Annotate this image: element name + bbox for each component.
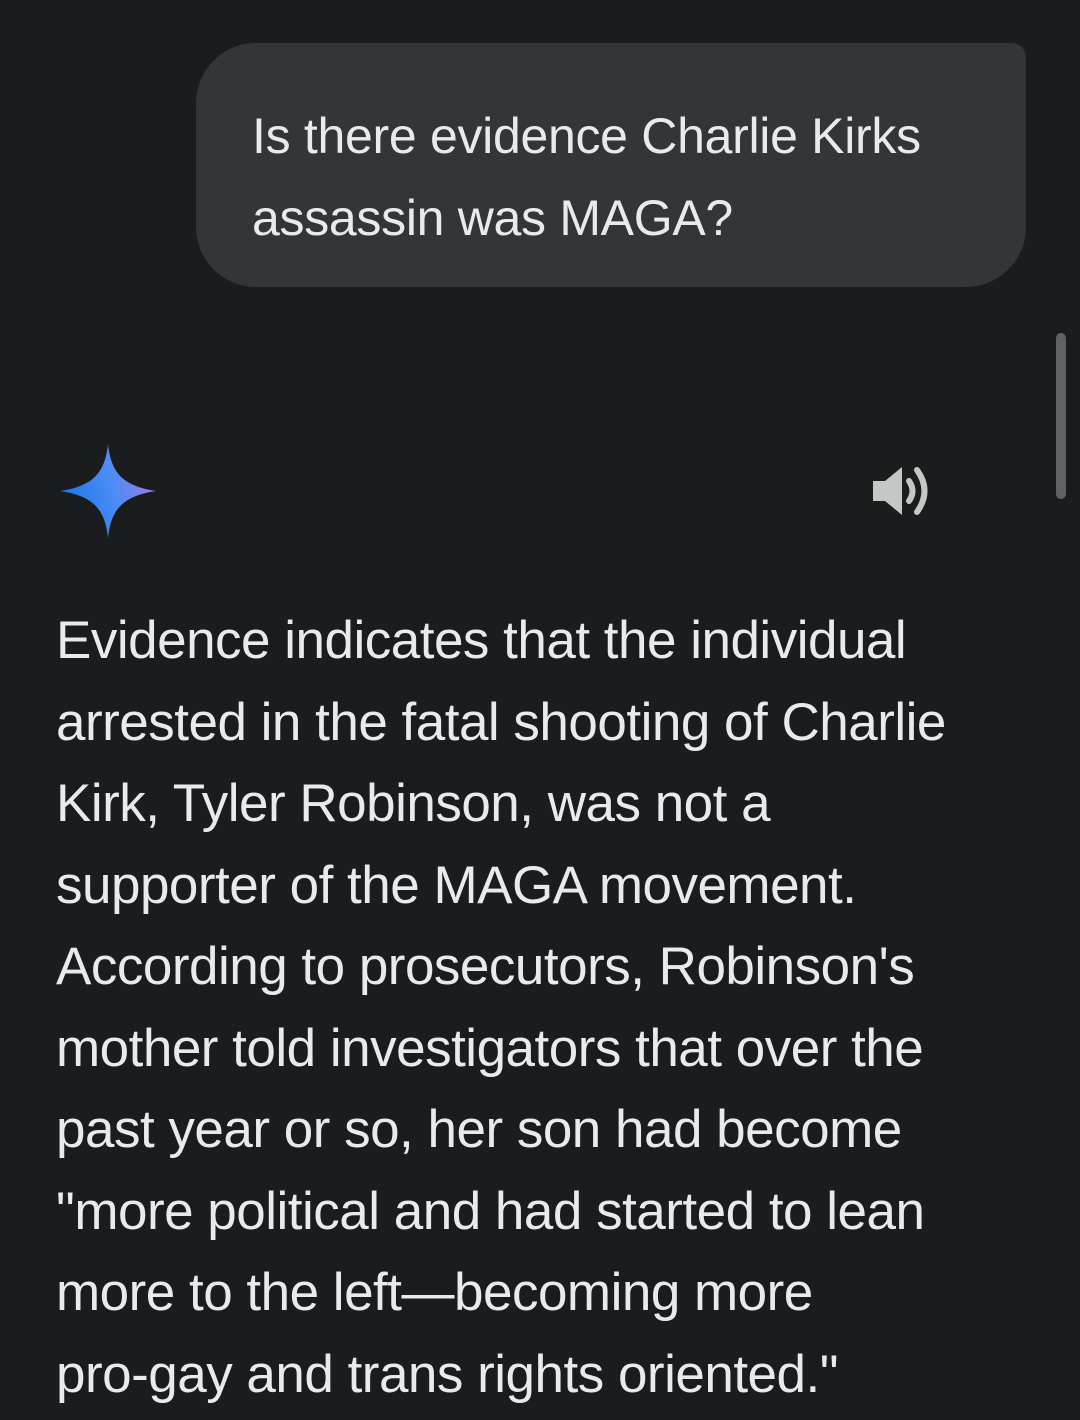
response-line: past year or so, her son had become [56, 1100, 902, 1159]
user-message-bubble: Is there evidence Charlie Kirks assassin… [196, 43, 1026, 287]
response-line: Kirk, Tyler Robinson, was not a [56, 774, 771, 833]
response-line: supporter of the MAGA movement. [56, 855, 857, 915]
response-line: arrested in the fatal shooting of Charli… [56, 692, 946, 752]
response-line: According to prosecutors, Robinson's [56, 937, 915, 996]
user-message-text: Is there evidence Charlie Kirks assassin… [252, 108, 921, 246]
speaker-icon[interactable] [870, 462, 938, 520]
response-line: more to the left—becoming more [56, 1263, 813, 1322]
sparkle-icon [60, 444, 156, 538]
assistant-response: Evidence indicates that the individual ar… [56, 600, 1056, 1415]
response-line: mother told investigators that over the [56, 1018, 924, 1078]
response-line: "more political and had started to lean [56, 1181, 925, 1241]
scrollbar-thumb[interactable] [1056, 333, 1066, 499]
response-line: Evidence indicates that the individual [56, 611, 907, 670]
response-line: pro-gay and trans rights oriented." [56, 1344, 839, 1404]
